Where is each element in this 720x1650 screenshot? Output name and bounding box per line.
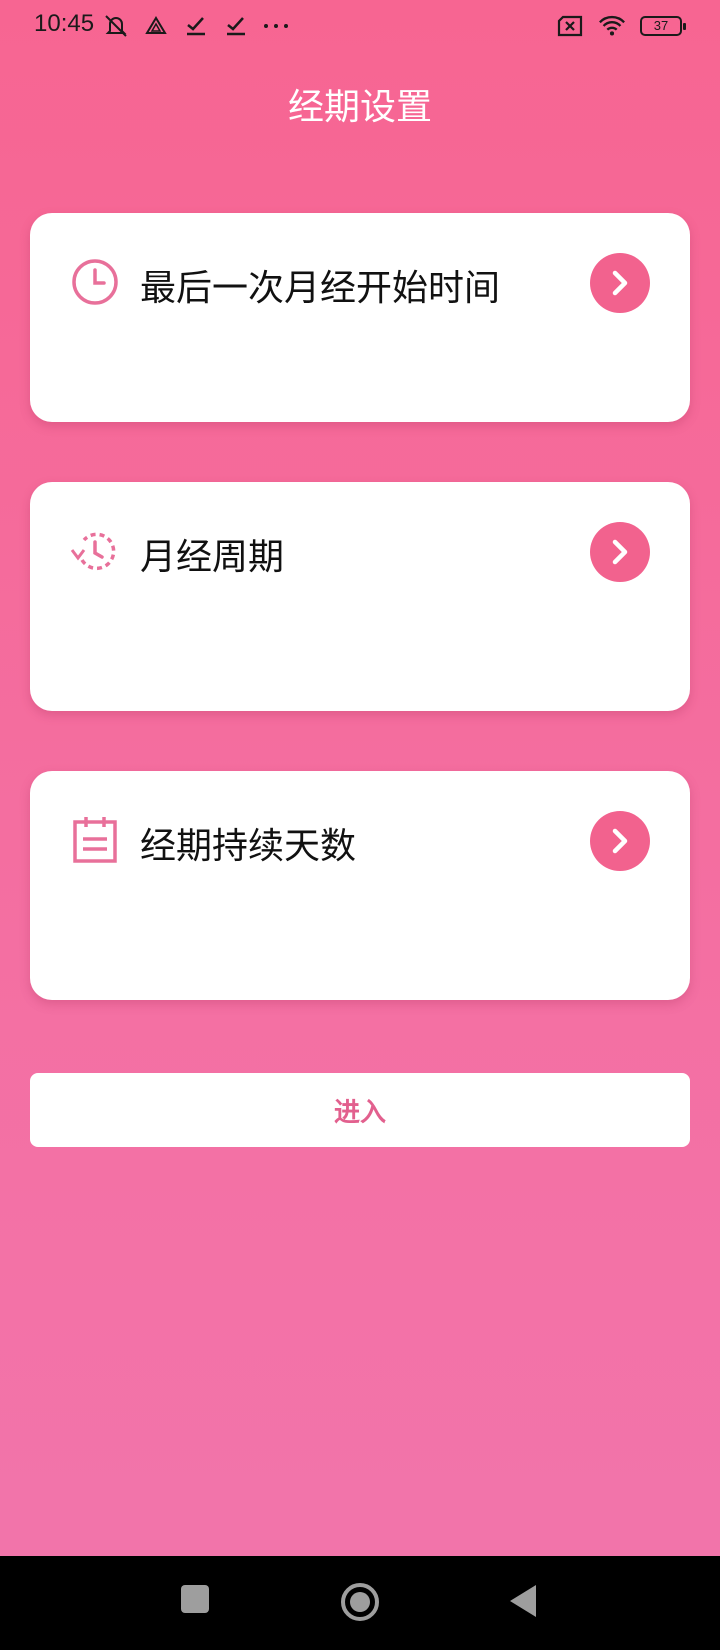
card-label: 经期持续天数: [140, 826, 357, 867]
home-circle-icon[interactable]: [340, 1582, 380, 1626]
page-title: 经期设置: [287, 87, 432, 128]
drive-icon: [142, 12, 170, 40]
cycle-timer-icon: [70, 526, 120, 576]
no-sim-icon: [556, 12, 584, 40]
clock-icon: [70, 257, 120, 307]
period-duration-card[interactable]: 经期持续天数: [30, 771, 690, 1000]
chevron-right-icon[interactable]: [590, 522, 650, 582]
wifi-icon: [598, 12, 626, 40]
back-triangle-icon[interactable]: [508, 1584, 538, 1622]
status-icons-right: 37: [556, 12, 686, 40]
card-label: 最后一次月经开始时间: [140, 268, 501, 309]
check-icon: [182, 12, 210, 40]
status-time: 10:45: [34, 10, 95, 37]
calendar-icon: [70, 815, 120, 865]
status-icons-left: [102, 12, 290, 40]
check-icon: [222, 12, 250, 40]
chevron-right-icon[interactable]: [590, 253, 650, 313]
navigation-bar: [0, 1556, 720, 1650]
chevron-right-icon[interactable]: [590, 811, 650, 871]
card-label: 月经周期: [140, 537, 285, 578]
more-dots-icon: [262, 12, 290, 40]
recents-square-icon[interactable]: [180, 1584, 210, 1618]
battery-indicator: 37: [640, 16, 686, 36]
last-period-start-card[interactable]: 最后一次月经开始时间: [30, 213, 690, 422]
enter-button-label: 进入: [333, 1097, 386, 1128]
enter-button[interactable]: 进入: [30, 1073, 690, 1147]
cycle-length-card[interactable]: 月经周期: [30, 482, 690, 711]
muted-bell-icon: [102, 12, 130, 40]
status-bar: 10:45 37: [0, 0, 720, 56]
